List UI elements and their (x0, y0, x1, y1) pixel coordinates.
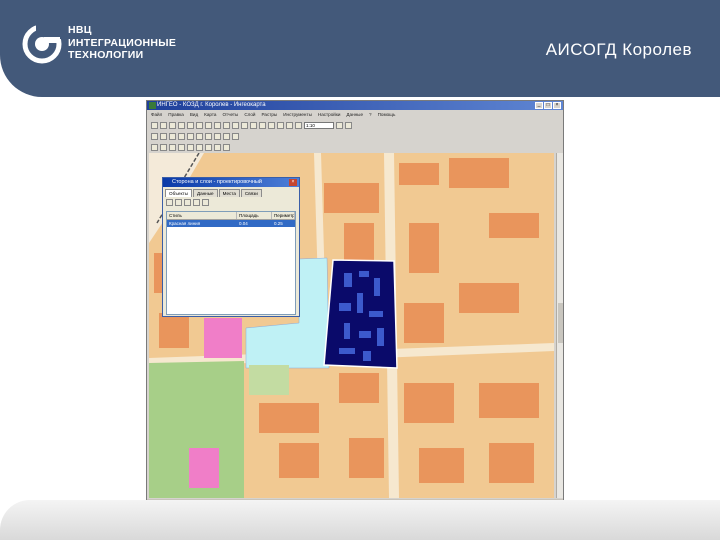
slide-footer (0, 500, 720, 540)
forward-icon[interactable] (160, 143, 167, 151)
pointer-icon[interactable] (151, 132, 158, 140)
new-icon[interactable] (151, 121, 158, 129)
pan-icon[interactable] (232, 121, 239, 129)
dialog-tabs: Объекты Данные Места Связи (165, 189, 262, 197)
report-icon[interactable] (205, 143, 212, 151)
dialog-object-list[interactable]: Стиль Площадь Периметр Красная линия 0.0… (166, 211, 296, 315)
close-button[interactable]: × (553, 102, 561, 109)
print-icon[interactable] (178, 121, 185, 129)
open-icon[interactable] (160, 121, 167, 129)
company-logo: НВЦ ИНТЕГРАЦИОННЫЕ ТЕХНОЛОГИИ (20, 22, 210, 70)
layers-dialog: Сторона и слои - проектировочный × Объек… (162, 177, 300, 317)
search-icon[interactable] (336, 121, 343, 129)
dialog-title: Сторона и слои - проектировочный (172, 179, 262, 185)
column-header-style[interactable]: Стиль (167, 212, 237, 219)
maximize-button[interactable]: □ (544, 102, 552, 109)
menu-item-map[interactable]: Карта (204, 111, 216, 119)
layers-icon[interactable] (286, 121, 293, 129)
refresh-icon[interactable] (268, 121, 275, 129)
logo-mark-icon (22, 24, 62, 64)
menu-item-file[interactable]: Файл (151, 111, 162, 119)
tab-links[interactable]: Связи (240, 189, 262, 197)
undo-icon[interactable] (187, 121, 194, 129)
map-vertical-scrollbar[interactable] (556, 153, 563, 498)
export-icon[interactable] (214, 143, 221, 151)
menu-item-edit[interactable]: Правка (168, 111, 184, 119)
dialog-close-button[interactable]: × (289, 179, 297, 186)
dialog-titlebar[interactable]: Сторона и слои - проектировочный × (163, 178, 299, 187)
tab-data[interactable]: Данные (192, 189, 218, 197)
point-icon[interactable] (187, 132, 194, 140)
menu-item-reports[interactable]: Отчеты (222, 111, 238, 119)
dialog-copy-icon[interactable] (175, 199, 182, 206)
menu-item-help[interactable]: Помощь (378, 111, 396, 119)
info-icon[interactable] (295, 121, 302, 129)
line-icon[interactable] (169, 132, 176, 140)
toolbar-view (147, 142, 563, 152)
row-area: 0.04 (239, 221, 248, 226)
row-perimeter: 0.25 (274, 221, 283, 226)
select-icon[interactable] (223, 121, 230, 129)
menu-item-question[interactable]: ? (369, 111, 372, 119)
polygon-icon[interactable] (178, 132, 185, 140)
dialog-props-icon[interactable] (202, 199, 209, 206)
merge-icon[interactable] (232, 132, 239, 140)
logo-line-2: ИНТЕГРАЦИОННЫЕ (68, 36, 177, 49)
logo-line-1: НВЦ (68, 24, 92, 36)
save-icon[interactable] (169, 121, 176, 129)
row-style: Красная линия (169, 221, 201, 226)
grid-icon[interactable] (178, 143, 185, 151)
toolbar-edit (147, 131, 563, 141)
split-icon[interactable] (223, 132, 230, 140)
table-icon[interactable] (196, 143, 203, 151)
text-icon[interactable] (196, 132, 203, 140)
column-header-perimeter[interactable]: Периметр (272, 212, 295, 219)
scrollbar-thumb[interactable] (558, 303, 563, 343)
dialog-edit-icon[interactable] (184, 199, 191, 206)
app-icon (149, 102, 156, 109)
measure-icon[interactable] (277, 121, 284, 129)
window-titlebar[interactable]: ИНГЕО - КОЗД г. Королев - Ингеокарта _ □… (147, 101, 563, 110)
delete-icon[interactable] (205, 132, 212, 140)
home-icon[interactable] (169, 143, 176, 151)
zoom-in-icon[interactable] (241, 121, 248, 129)
tab-objects[interactable]: Объекты (165, 189, 192, 197)
menu-item-rasters[interactable]: Растры (262, 111, 278, 119)
dialog-toolbar (166, 199, 209, 206)
back-icon[interactable] (151, 143, 158, 151)
menu-item-tools[interactable]: Инструменты (283, 111, 312, 119)
zoom-window-icon[interactable] (259, 121, 266, 129)
menu-item-settings[interactable]: Настройки (318, 111, 341, 119)
column-header-area[interactable]: Площадь (237, 212, 272, 219)
settings-icon[interactable] (223, 143, 230, 151)
app-window: ИНГЕО - КОЗД г. Королев - Ингеокарта _ □… (146, 100, 564, 503)
dialog-add-icon[interactable] (166, 199, 173, 206)
menu-item-data[interactable]: Данные (346, 111, 363, 119)
list-header: Стиль Площадь Периметр (167, 212, 295, 220)
copy-icon[interactable] (205, 121, 212, 129)
dialog-delete-icon[interactable] (193, 199, 200, 206)
window-title: ИНГЕО - КОЗД г. Королев - Ингеокарта (157, 102, 266, 108)
list-item[interactable]: Красная линия 0.04 0.25 (167, 220, 295, 227)
slide-title: АИСОГД Королев (545, 40, 692, 59)
tab-places[interactable]: Места (218, 189, 240, 197)
menu-bar: Файл Правка Вид Карта Отчеты Слой Растры… (147, 111, 563, 119)
zoom-out-icon[interactable] (250, 121, 257, 129)
filter-icon[interactable] (345, 121, 352, 129)
paste-icon[interactable] (214, 121, 221, 129)
cut-icon[interactable] (196, 121, 203, 129)
menu-item-view[interactable]: Вид (190, 111, 198, 119)
slide-header: НВЦ ИНТЕГРАЦИОННЫЕ ТЕХНОЛОГИИ АИСОГД Кор… (0, 0, 720, 97)
legend-icon[interactable] (187, 143, 194, 151)
node-edit-icon[interactable] (160, 132, 167, 140)
menu-item-layer[interactable]: Слой (244, 111, 255, 119)
snap-icon[interactable] (214, 132, 221, 140)
minimize-button[interactable]: _ (535, 102, 543, 109)
toolbar-main: 1:10 (147, 120, 563, 130)
scale-field[interactable]: 1:10 (304, 121, 334, 129)
logo-line-3: ТЕХНОЛОГИИ (68, 49, 144, 61)
